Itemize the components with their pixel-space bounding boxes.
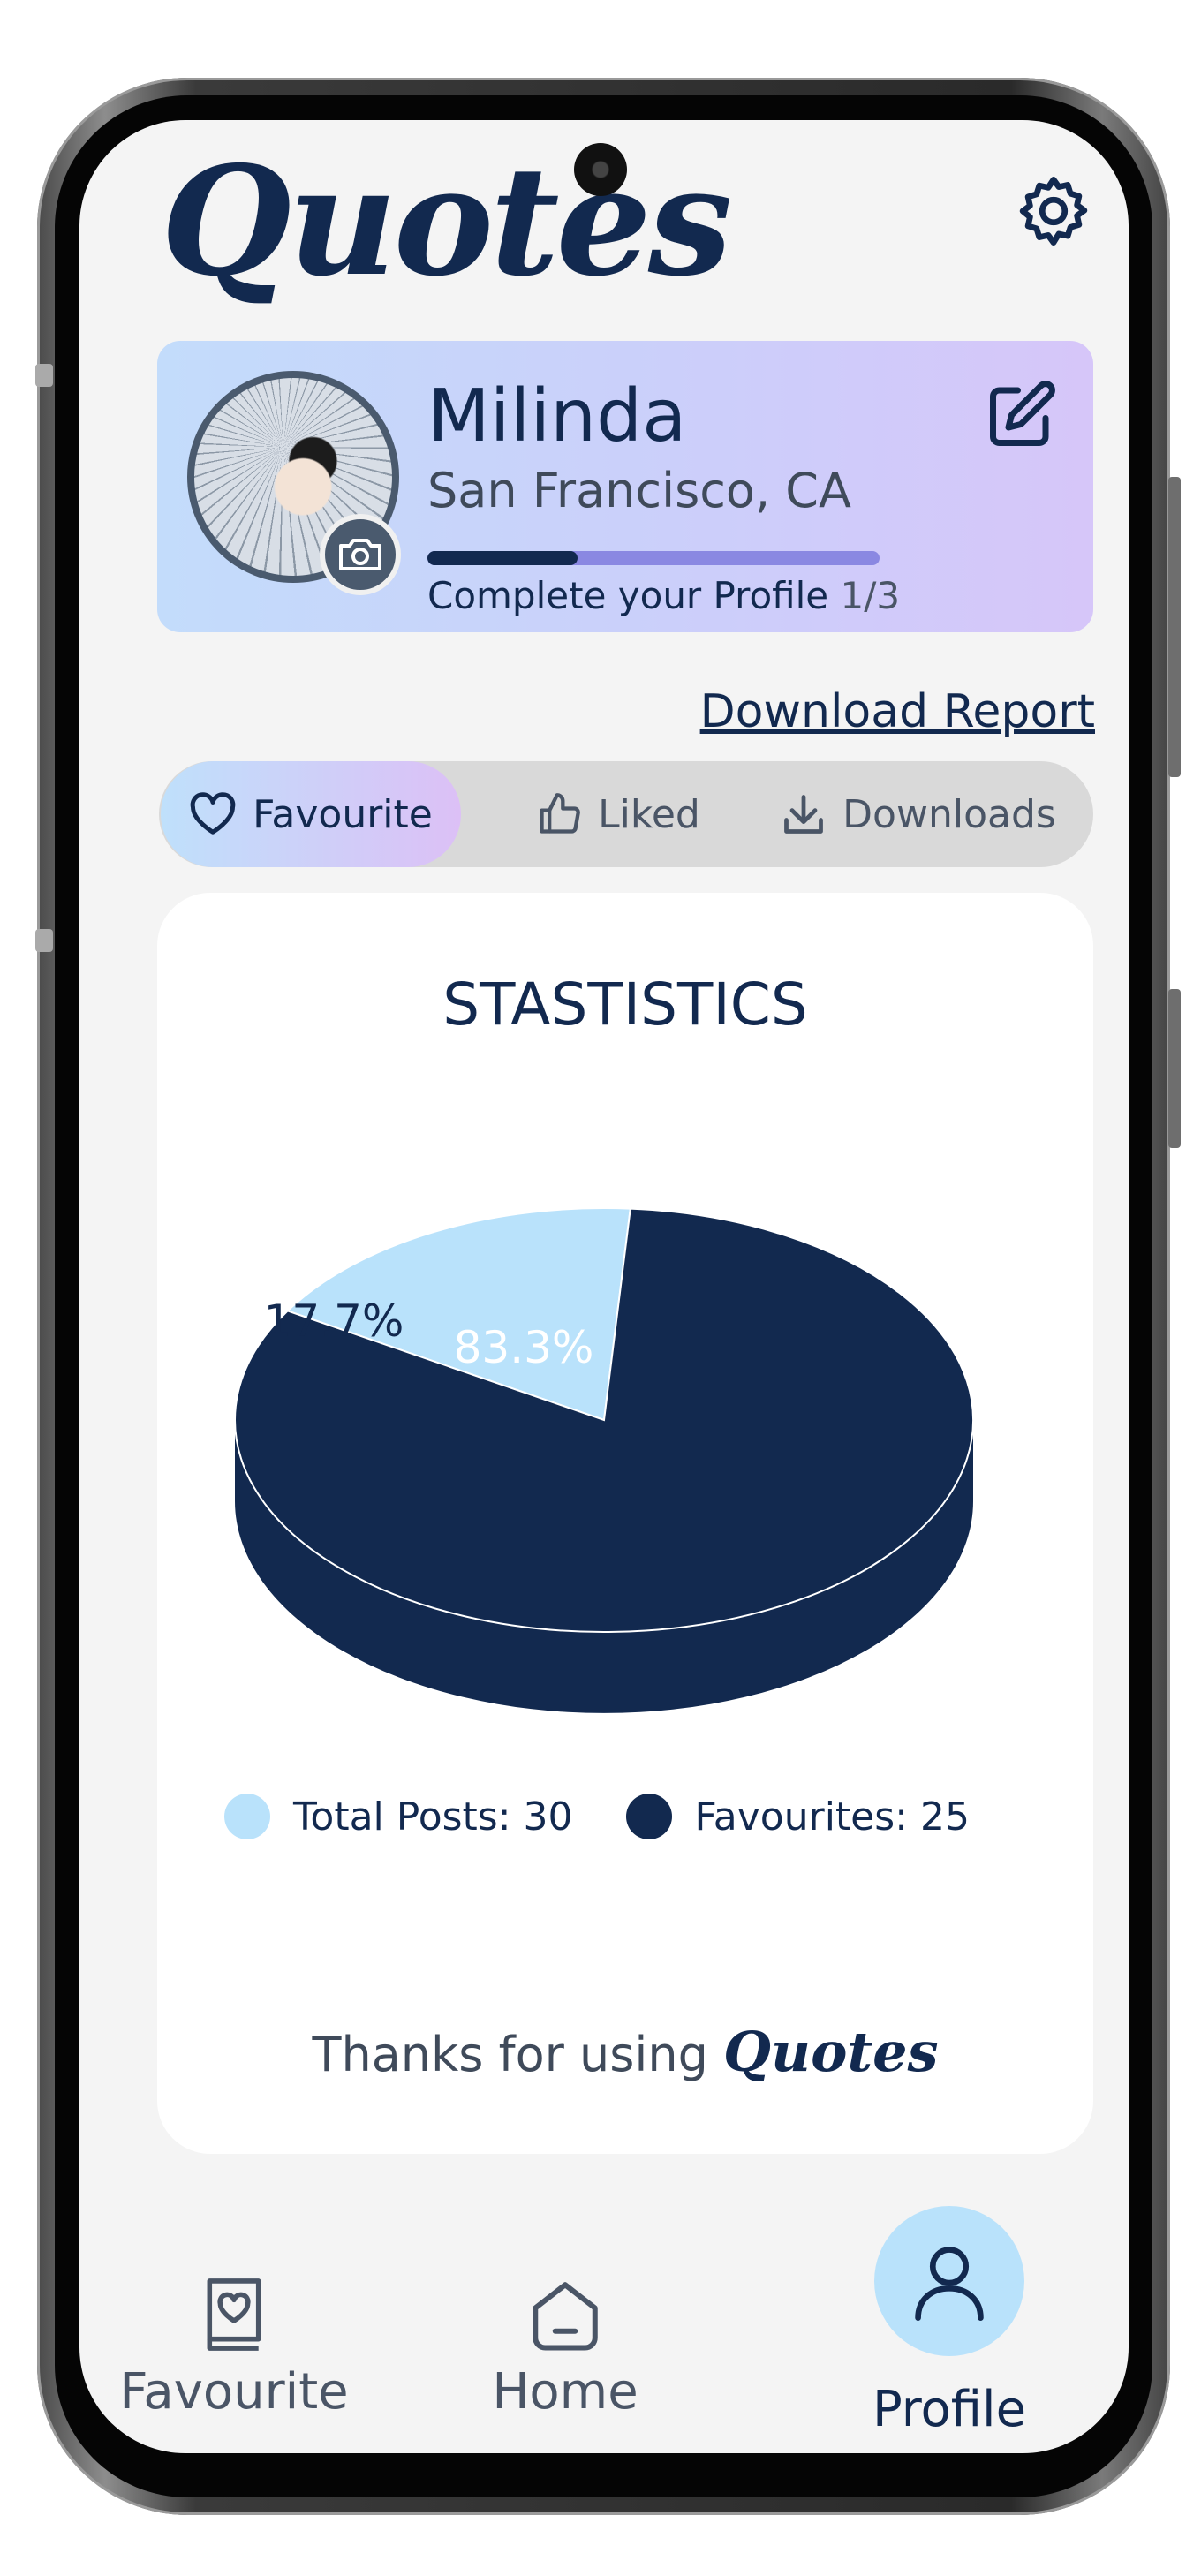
download-report-link[interactable]: Download Report xyxy=(700,685,1095,738)
legend-swatch-total-posts xyxy=(224,1794,270,1839)
pie-label-favourites: 83.3% xyxy=(454,1322,594,1373)
profile-progress-fill xyxy=(427,551,578,565)
front-camera xyxy=(574,143,627,196)
tab-liked[interactable]: Liked xyxy=(512,761,724,867)
profile-progress-label: Complete your Profile 1/3 xyxy=(427,574,900,617)
thanks-brand: Quotes xyxy=(723,2020,939,2084)
nav-home-label: Home xyxy=(492,2363,638,2421)
tab-downloads-label: Downloads xyxy=(842,791,1056,837)
nav-favourite-label: Favourite xyxy=(119,2363,349,2421)
legend-item-favourites: Favourites: 25 xyxy=(625,1794,970,1839)
edit-icon[interactable] xyxy=(984,378,1058,452)
nav-profile-label: Profile xyxy=(872,2381,1027,2438)
tab-favourite[interactable]: Favourite xyxy=(161,761,461,867)
user-icon xyxy=(915,2247,984,2321)
profile-card: Milinda San Francisco, CA Complete your … xyxy=(157,341,1093,632)
nav-favourite[interactable]: Favourite xyxy=(115,2275,353,2421)
profile-location: San Francisco, CA xyxy=(427,463,851,518)
app-screen: Quotes Milinda San Francisco, CA Complet… xyxy=(79,120,1129,2453)
legend-swatch-favourites xyxy=(625,1794,672,1839)
tab-bar: Favourite Liked Downloads xyxy=(159,761,1093,867)
book-heart-icon xyxy=(207,2278,261,2351)
progress-fraction: 1/3 xyxy=(840,574,901,617)
tab-downloads[interactable]: Downloads xyxy=(768,761,1069,867)
settings-gear-icon[interactable] xyxy=(1014,171,1093,251)
volume-button xyxy=(1168,989,1181,1148)
side-notch-lower xyxy=(35,929,53,952)
statistics-pie-chart: 17.7% 83.3% xyxy=(234,1207,974,1713)
nav-profile[interactable]: Profile xyxy=(812,2381,1086,2438)
download-icon xyxy=(784,795,824,834)
thumbs-up-icon xyxy=(540,793,581,834)
legend-item-total-posts: Total Posts: 30 xyxy=(224,1794,573,1839)
tab-favourite-label: Favourite xyxy=(253,791,433,837)
legend-label-favourites: Favourites: 25 xyxy=(694,1794,970,1839)
tab-liked-label: Liked xyxy=(598,791,700,837)
statistics-card: STASTISTICS 17.7% 83.3% Total Posts: 30 F… xyxy=(157,893,1093,2154)
heart-icon xyxy=(190,792,236,835)
home-icon xyxy=(533,2282,598,2351)
change-photo-button[interactable] xyxy=(320,514,401,595)
pie-label-total-posts: 17.7% xyxy=(264,1296,404,1347)
profile-progress-bar xyxy=(427,551,880,565)
app-logo: Quotes xyxy=(161,133,732,310)
profile-name: Milinda xyxy=(427,374,687,458)
chart-legend: Total Posts: 30 Favourites: 25 xyxy=(224,1794,1023,1839)
power-button xyxy=(1168,477,1181,777)
nav-home[interactable]: Home xyxy=(450,2275,680,2421)
side-notch-upper xyxy=(35,364,53,387)
legend-label-total-posts: Total Posts: 30 xyxy=(293,1794,573,1839)
camera-icon xyxy=(339,539,381,570)
thanks-prefix: Thanks for using xyxy=(312,2027,708,2082)
thanks-message: Thanks for using Quotes xyxy=(157,2020,1093,2084)
progress-text: Complete your Profile xyxy=(427,574,829,617)
nav-profile-highlight[interactable] xyxy=(874,2206,1024,2356)
